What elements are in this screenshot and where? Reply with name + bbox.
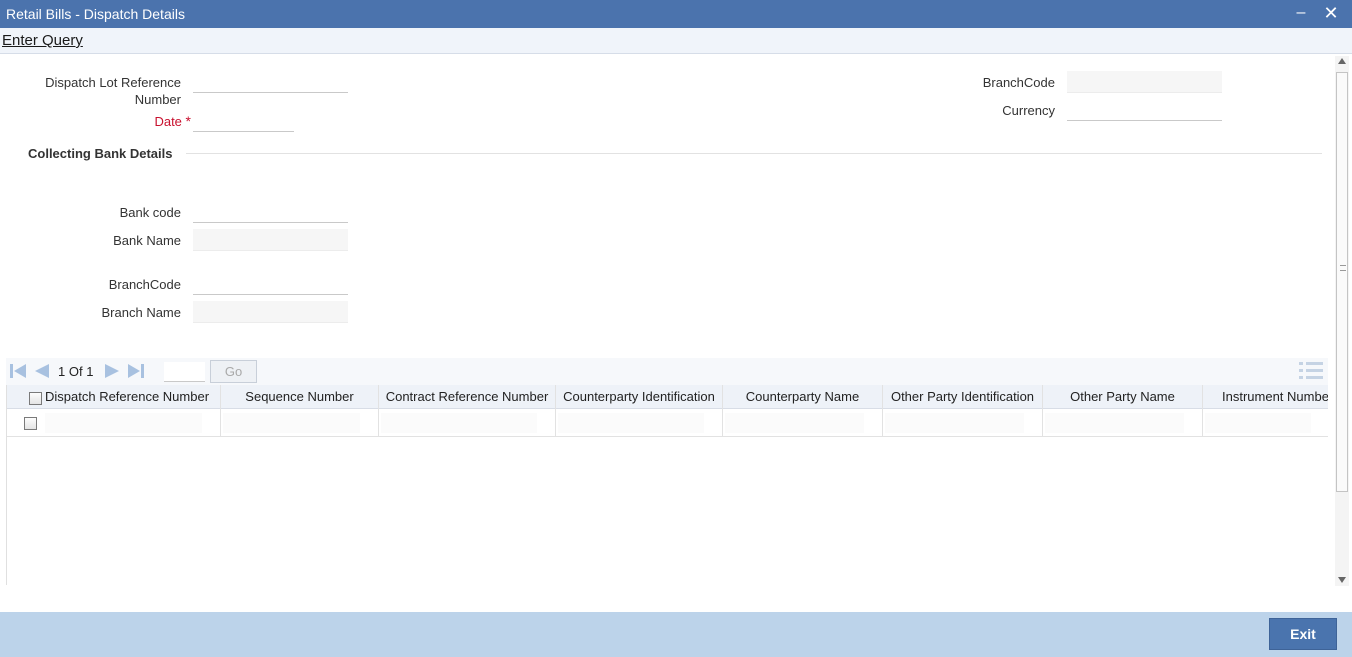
next-page-icon[interactable]: [102, 361, 122, 381]
cell-other-party-identification: [883, 409, 1043, 437]
currency-input[interactable]: [1067, 99, 1222, 121]
bank-code-input[interactable]: [193, 201, 348, 223]
window-titlebar: Retail Bills - Dispatch Details ‒ ✕: [0, 0, 1352, 28]
col-counterparty-identification[interactable]: Counterparty Identification: [556, 385, 723, 409]
cell-other-party-name: [1043, 409, 1203, 437]
branch-code-label: BranchCode: [982, 75, 1055, 90]
current-page: 1: [58, 364, 66, 379]
page-of-text: Of: [68, 364, 83, 379]
branch-name-label: Branch Name: [101, 305, 181, 320]
cell-input[interactable]: [381, 413, 537, 433]
cell-counterparty-name: [723, 409, 883, 437]
scroll-down-icon[interactable]: [1338, 577, 1346, 583]
close-button[interactable]: ✕: [1321, 3, 1341, 23]
prev-page-icon[interactable]: [32, 361, 52, 381]
page-indicator: 1 Of 1: [58, 364, 93, 379]
minimize-button[interactable]: ‒: [1291, 3, 1311, 23]
date-label-text: Date: [154, 114, 182, 129]
bank-code-label: Bank code: [119, 205, 181, 220]
col-dispatch-reference-number[interactable]: Dispatch Reference Number: [43, 385, 221, 409]
cell-input[interactable]: [1045, 413, 1184, 433]
section-divider: [186, 153, 1322, 154]
cell-contract-reference-number: [379, 409, 556, 437]
scroll-thumb[interactable]: [1336, 72, 1348, 492]
dispatch-grid: Dispatch Reference Number Sequence Numbe…: [6, 385, 1328, 585]
dispatch-lot-reference-label-line1: Dispatch Lot Reference: [45, 75, 181, 90]
last-page-icon[interactable]: [126, 361, 146, 381]
cell-input[interactable]: [885, 413, 1024, 433]
cell-sequence-number: [221, 409, 379, 437]
grid-header-row: Dispatch Reference Number Sequence Numbe…: [7, 385, 1328, 409]
vertical-scrollbar[interactable]: [1335, 56, 1349, 586]
table-row: [7, 409, 1328, 437]
cell-instrument-number: [1203, 409, 1328, 437]
first-page-icon[interactable]: [8, 361, 28, 381]
col-sequence-number[interactable]: Sequence Number: [221, 385, 379, 409]
dispatch-lot-reference-label-line2: Number: [134, 92, 181, 107]
bank-name-input[interactable]: [193, 229, 348, 251]
collecting-branch-code-input[interactable]: [193, 273, 348, 295]
date-label: Date *: [100, 113, 191, 129]
dispatch-lot-reference-label: Dispatch Lot Reference Number: [30, 75, 181, 107]
select-all-checkbox[interactable]: [29, 392, 42, 405]
dispatch-lot-reference-input[interactable]: [193, 71, 348, 93]
col-other-party-name[interactable]: Other Party Name: [1043, 385, 1203, 409]
bank-name-label: Bank Name: [113, 233, 181, 248]
cell-input[interactable]: [725, 413, 864, 433]
collecting-branch-code-label: BranchCode: [108, 277, 181, 292]
go-button[interactable]: Go: [210, 360, 257, 383]
branch-code-input[interactable]: [1067, 71, 1222, 93]
cell-input[interactable]: [45, 413, 202, 433]
date-input[interactable]: [193, 110, 294, 132]
menu-bar: Enter Query: [0, 28, 1352, 54]
page-number-input[interactable]: [164, 362, 205, 382]
cell-input[interactable]: [223, 413, 360, 433]
enter-query-link[interactable]: Enter Query: [2, 32, 83, 49]
row-checkbox[interactable]: [24, 417, 37, 430]
col-contract-reference-number[interactable]: Contract Reference Number: [379, 385, 556, 409]
cell-dispatch-reference-number: [43, 409, 221, 437]
collecting-bank-section-title: Collecting Bank Details: [28, 146, 173, 161]
column-list-icon[interactable]: [1298, 360, 1324, 382]
col-counterparty-name[interactable]: Counterparty Name: [723, 385, 883, 409]
scroll-up-icon[interactable]: [1338, 58, 1346, 64]
required-marker: *: [185, 113, 191, 129]
exit-button[interactable]: Exit: [1269, 618, 1337, 650]
cell-counterparty-identification: [556, 409, 723, 437]
window-title: Retail Bills - Dispatch Details: [6, 6, 185, 22]
cell-input[interactable]: [1205, 413, 1311, 433]
currency-label: Currency: [1002, 103, 1055, 118]
col-instrument-number[interactable]: Instrument Number: [1203, 385, 1328, 409]
footer-bar: Exit: [0, 612, 1352, 657]
total-pages: 1: [86, 364, 94, 379]
grip-icon: [1340, 265, 1346, 271]
grid-pager: 1 Of 1 Go: [6, 358, 1328, 385]
col-other-party-identification[interactable]: Other Party Identification: [883, 385, 1043, 409]
branch-name-input[interactable]: [193, 301, 348, 323]
cell-input[interactable]: [558, 413, 704, 433]
